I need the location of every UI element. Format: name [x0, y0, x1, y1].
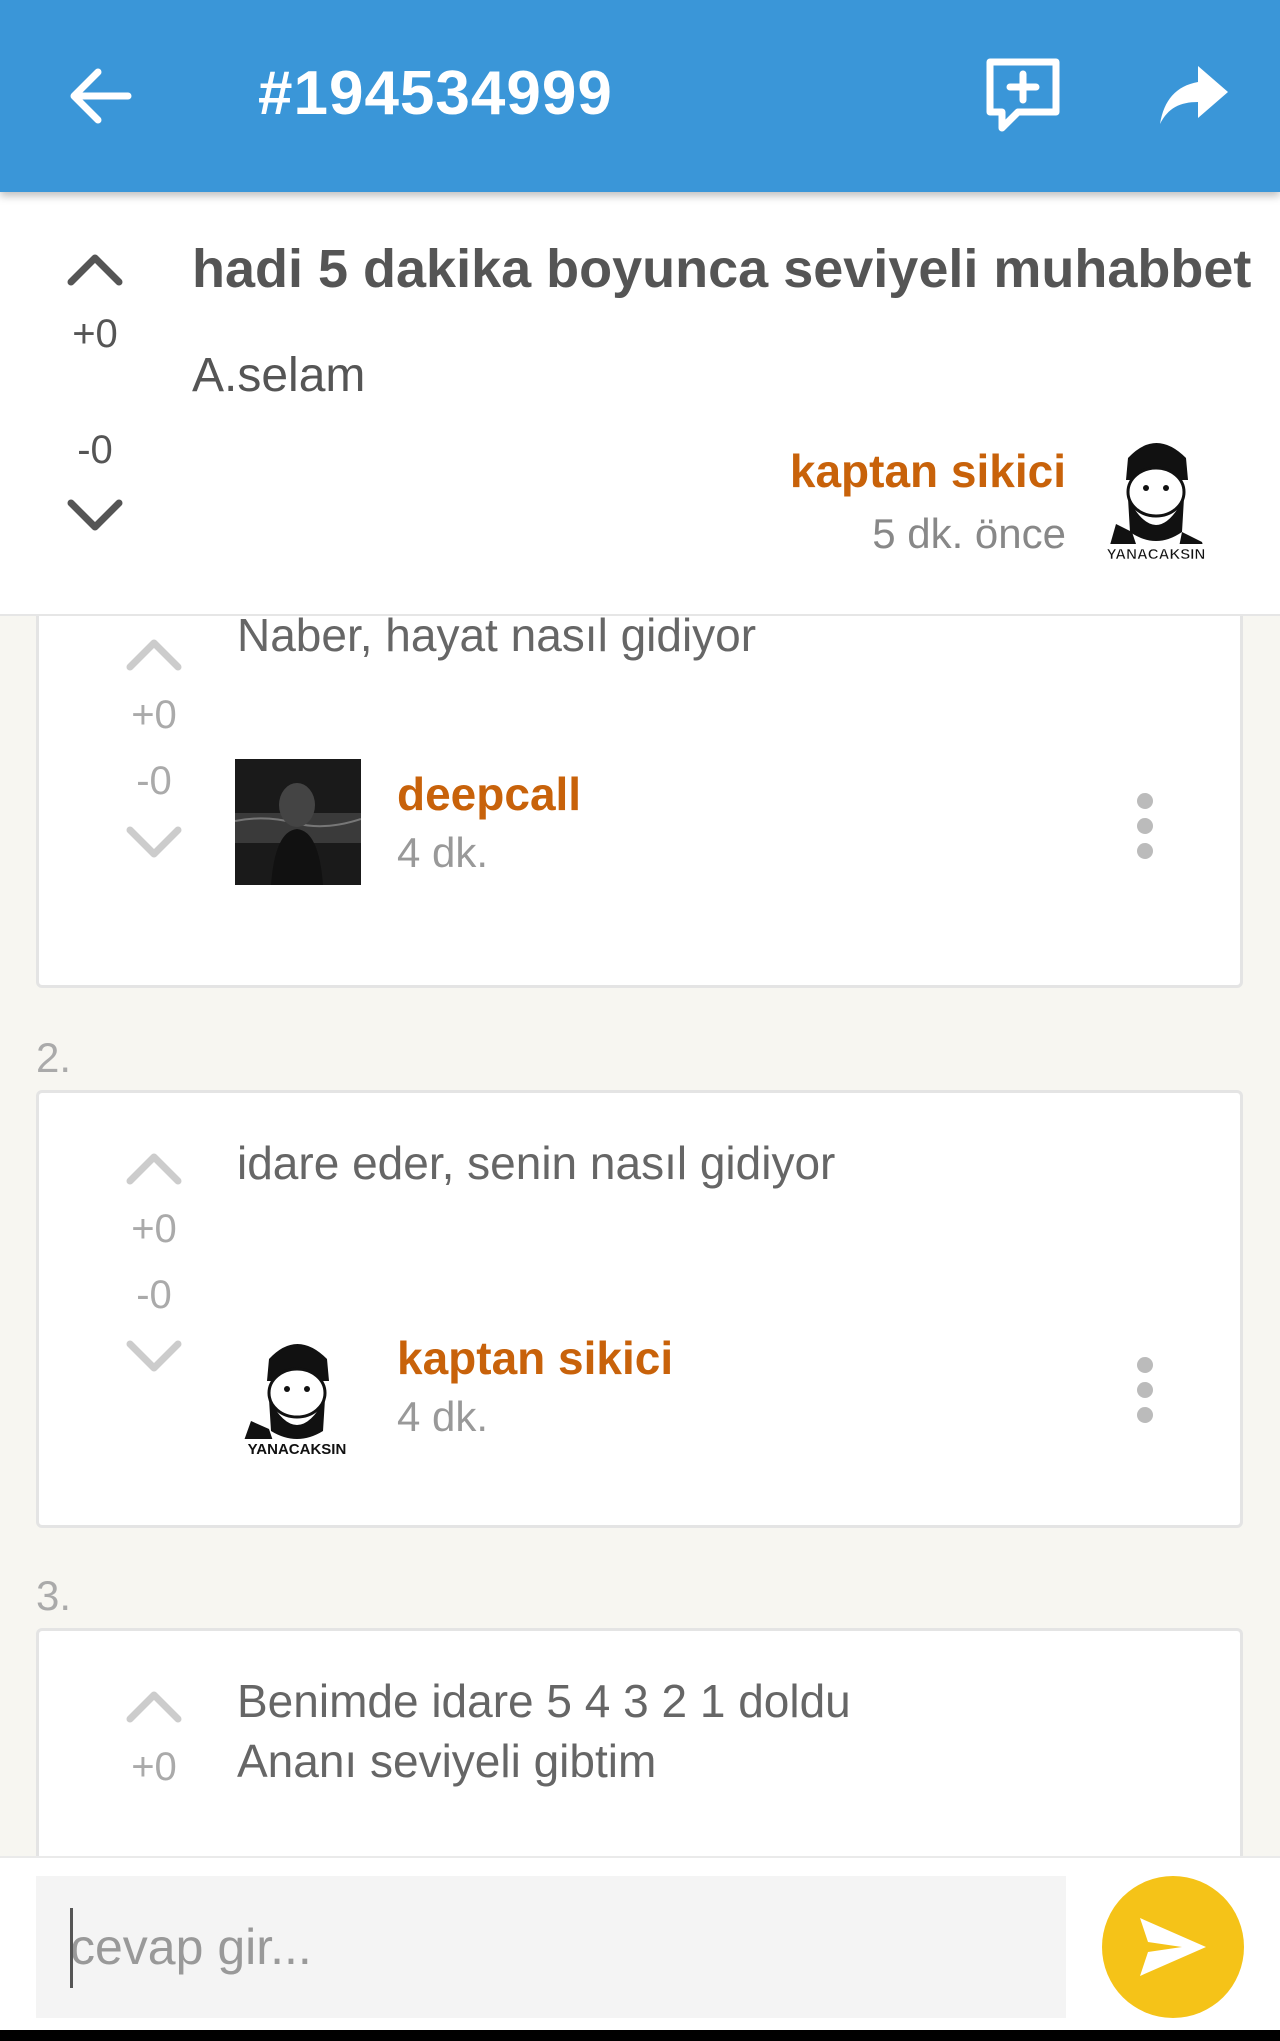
post-body: A.selam [192, 349, 366, 402]
app-bar: #194534999 [0, 0, 1280, 192]
post-time: 5 dk. önce [872, 510, 1066, 557]
downvote-count: -0 [136, 1273, 172, 1317]
downvote-count: -0 [77, 428, 113, 472]
reply-input[interactable] [36, 1876, 1066, 2018]
reply-time: 4 dk. [397, 1393, 489, 1440]
avatar[interactable]: YANACAKSIN [235, 1333, 361, 1459]
reply-card: +0 -0 Naber, hayat nasıl gidiyor deepcal… [36, 616, 1243, 988]
chevron-down-icon[interactable] [67, 499, 123, 535]
chevron-down-icon[interactable] [126, 1340, 182, 1374]
reply-composer [0, 1856, 1280, 2041]
reply-text-line: Benimde idare 5 4 3 2 1 doldu [237, 1675, 851, 1727]
reply-card: +0 Benimde idare 5 4 3 2 1 doldu Ananı s… [36, 1628, 1243, 1856]
upvote-count: +0 [72, 312, 118, 356]
more-vert-icon[interactable] [1135, 791, 1155, 861]
reply-number: 3. [36, 1572, 72, 1619]
upvote-count: +0 [131, 693, 177, 737]
reply-upvote[interactable]: +0 [109, 1151, 199, 1252]
svg-text:YANACAKSIN: YANACAKSIN [248, 1441, 347, 1458]
chevron-down-icon[interactable] [126, 826, 182, 860]
upvote-count: +0 [131, 1207, 177, 1251]
reply-author[interactable]: deepcall [397, 767, 581, 821]
post-downvote[interactable]: -0 [50, 428, 140, 535]
page-title: #194534999 [258, 59, 613, 128]
share-arrow-icon[interactable] [1156, 58, 1232, 134]
system-nav-bar [0, 2030, 1280, 2041]
downvote-count: -0 [136, 759, 172, 803]
reply-upvote[interactable]: +0 [109, 1689, 199, 1790]
svg-text:YANACAKSIN: YANACAKSIN [1107, 546, 1206, 563]
more-vert-icon[interactable] [1135, 1355, 1155, 1425]
post-header: +0 -0 hadi 5 dakika boyunca seviyeli muh… [0, 192, 1280, 616]
reply-downvote[interactable]: -0 [109, 1273, 199, 1374]
upvote-count: +0 [131, 1745, 177, 1789]
reply-time: 4 dk. [397, 829, 489, 876]
reply-number: 2. [36, 1034, 72, 1081]
reply-text-line: Ananı seviyeli gibtim [237, 1735, 657, 1787]
chevron-up-icon[interactable] [126, 1689, 182, 1723]
chevron-up-icon[interactable] [126, 637, 182, 671]
post-author[interactable]: kaptan sikici [790, 444, 1066, 498]
avatar[interactable] [235, 759, 361, 885]
reply-text: Benimde idare 5 4 3 2 1 doldu Ananı sevi… [237, 1671, 851, 1791]
reply-author[interactable]: kaptan sikici [397, 1331, 673, 1385]
chevron-up-icon[interactable] [67, 250, 123, 286]
chevron-up-icon[interactable] [126, 1151, 182, 1185]
send-button[interactable] [1102, 1876, 1244, 2018]
comment-plus-icon[interactable] [982, 54, 1064, 136]
arrow-left-icon[interactable] [62, 58, 138, 134]
text-caret [70, 1908, 73, 1988]
post-upvote[interactable]: +0 [50, 250, 140, 357]
reply-card: +0 -0 idare eder, senin nasıl gidiyor YA… [36, 1090, 1243, 1528]
replies-list[interactable]: +0 -0 Naber, hayat nasıl gidiyor deepcal… [0, 616, 1280, 1856]
reply-text: idare eder, senin nasıl gidiyor [237, 1137, 836, 1189]
reply-text: Naber, hayat nasıl gidiyor [237, 616, 757, 661]
reply-downvote[interactable]: -0 [109, 759, 199, 860]
post-title: hadi 5 dakika boyunca seviyeli muhabbet [192, 239, 1252, 299]
avatar[interactable]: YANACAKSIN [1098, 432, 1214, 564]
reply-upvote[interactable]: +0 [109, 637, 199, 738]
send-icon [1140, 1918, 1206, 1976]
